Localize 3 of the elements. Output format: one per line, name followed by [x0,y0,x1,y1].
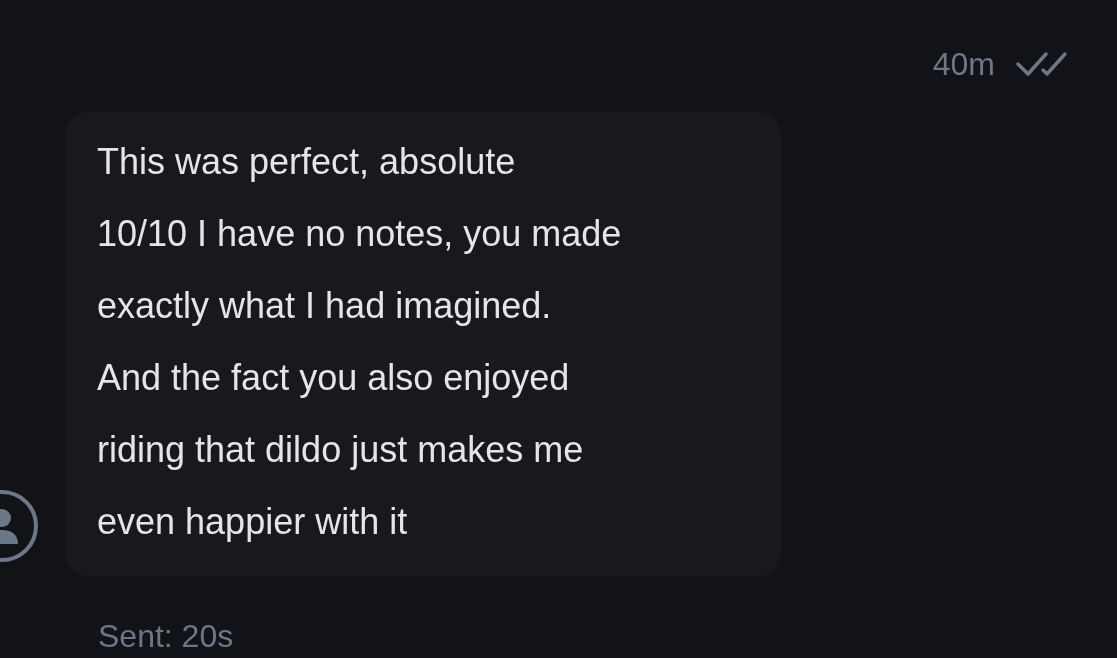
sent-status: Sent: 20s [98,618,234,654]
message-time: 40m [932,45,995,84]
message-text: This was perfect, absolute 10/10 I have no notes, you made exactly what I had imagined. And the fact you also enjoyed riding that dildo just makes me even happier with it [97,140,623,544]
